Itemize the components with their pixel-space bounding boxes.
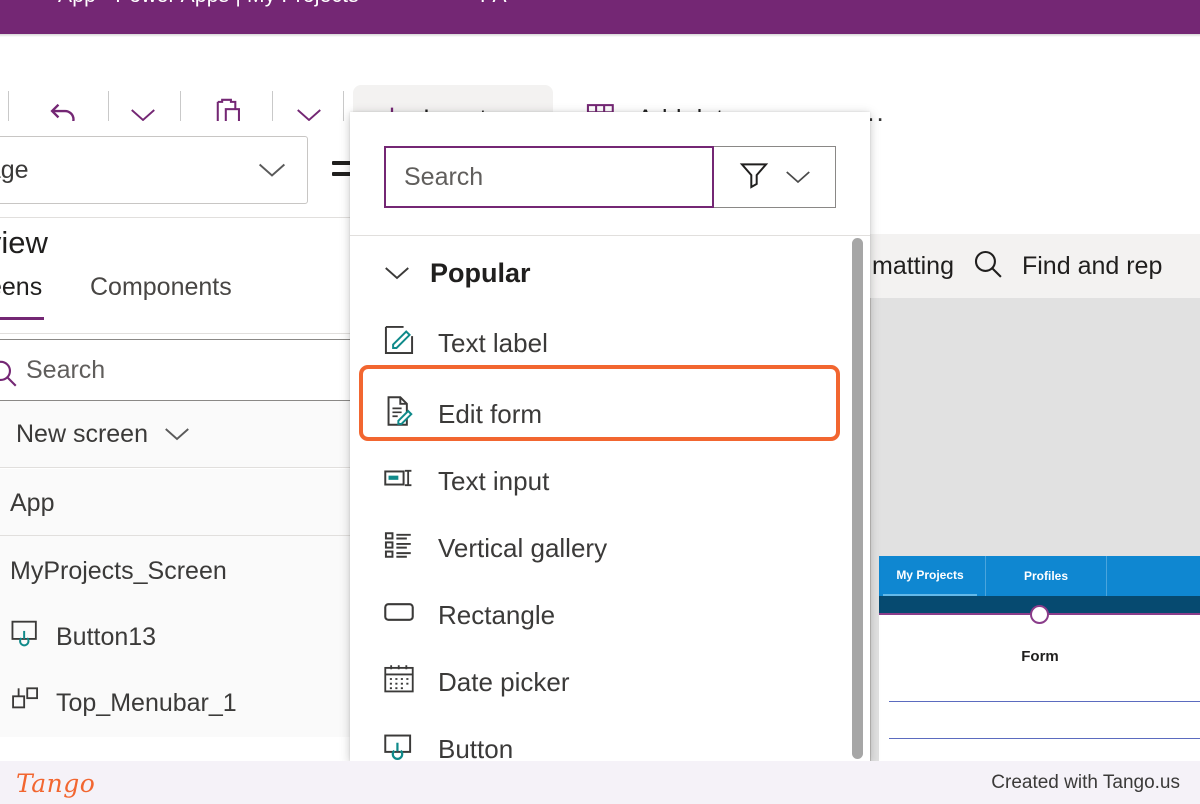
flyout-search-row: Search: [384, 146, 836, 208]
flyout-item-vertical-gallery[interactable]: Vertical gallery: [358, 515, 854, 581]
flyout-item-label: Button: [438, 733, 514, 762]
tree-item-app[interactable]: App: [0, 469, 350, 537]
chevron-down-icon: [783, 167, 813, 187]
flyout-item-text-input[interactable]: Text input: [358, 448, 854, 514]
button-icon: [382, 729, 416, 762]
tree-item-myprojects-screen[interactable]: MyProjects_Screen: [0, 537, 350, 605]
flyout-item-label: Rectangle: [438, 599, 556, 630]
form-rule: [889, 738, 1200, 739]
text-input-icon: [382, 461, 416, 502]
tree-search-placeholder: Search: [26, 355, 106, 384]
tango-credit: Created with Tango.us: [991, 772, 1180, 793]
tab-active-underline: [0, 317, 44, 320]
preview-form-title: Form: [1021, 648, 1059, 665]
flyout-item-text-label[interactable]: Text label: [358, 310, 854, 376]
text-label-icon: [382, 323, 416, 364]
pane-divider: [0, 333, 350, 334]
flyout-item-label: Text label: [438, 327, 548, 358]
flyout-item-edit-form[interactable]: Edit form: [358, 381, 854, 447]
right-pane: matting Find and rep My Projects Profile…: [868, 121, 1200, 761]
command-bar: Insert Add data ...: [0, 37, 1200, 153]
insert-flyout-panel: Search Popular Text label Edit form Text…: [350, 112, 870, 761]
flyout-item-date-picker[interactable]: Date picker: [358, 649, 854, 715]
app-preview: My Projects Profiles Form: [879, 556, 1200, 761]
flyout-item-label: Text input: [438, 465, 550, 496]
chevron-down-icon: [162, 424, 192, 444]
pane-divider: [0, 535, 350, 536]
tree-item-label: Top_Menubar_1: [56, 688, 237, 717]
search-icon: [970, 246, 1006, 287]
new-screen-button[interactable]: New screen: [0, 401, 350, 467]
tango-logo: Tango: [16, 769, 96, 798]
formatting-label: matting: [872, 251, 954, 280]
flyout-item-label: Date picker: [438, 666, 570, 697]
tree-item-label: MyProjects_Screen: [10, 556, 227, 585]
app-title-text: App · Power Apps | My Projects: [58, 0, 359, 8]
search-icon: [0, 356, 20, 395]
date-picker-icon: [382, 662, 416, 703]
flyout-search-input[interactable]: Search: [384, 146, 714, 208]
app-title-right-text: PA: [480, 0, 506, 8]
left-pane: guage e view eens Components: [0, 121, 362, 761]
flyout-item-button[interactable]: Button: [358, 716, 854, 761]
tree-item-label: App: [10, 488, 55, 517]
flyout-item-rectangle[interactable]: Rectangle: [358, 582, 854, 648]
preview-tabbar: My Projects Profiles: [879, 556, 1200, 596]
preview-tab-profiles[interactable]: Profiles: [985, 556, 1107, 596]
flyout-scrollbar-track[interactable]: [848, 236, 866, 761]
tab-components[interactable]: Components: [90, 273, 232, 302]
tab-screens[interactable]: eens: [0, 273, 42, 302]
tango-footer: Tango Created with Tango.us: [0, 761, 1200, 804]
vertical-gallery-icon: [382, 528, 416, 569]
screenshot-root: App · Power Apps | My Projects PA: [0, 0, 1200, 804]
button-icon: [10, 618, 42, 657]
flyout-divider: [350, 235, 870, 236]
tree-item-label: Button13: [56, 622, 157, 651]
tree-search-box[interactable]: Search: [0, 339, 350, 401]
filter-icon: [737, 158, 771, 197]
form-rule: [889, 701, 1200, 702]
language-dropdown-value: guage: [0, 155, 29, 184]
tree-item-button13[interactable]: Button13: [0, 603, 350, 671]
tree-view-title: e view: [0, 225, 48, 260]
rectangle-icon: [382, 595, 416, 636]
chevron-down-icon: [382, 263, 412, 283]
flyout-group-popular[interactable]: Popular: [350, 245, 870, 301]
language-dropdown[interactable]: guage: [0, 136, 308, 204]
flyout-group-label: Popular: [430, 257, 531, 288]
tree-view-tabs: eens Components: [0, 273, 350, 331]
edit-form-icon: [382, 394, 416, 435]
find-and-replace-label[interactable]: Find and rep: [1022, 252, 1162, 281]
tree-item-top-menubar-1[interactable]: Top_Menubar_1: [0, 669, 350, 737]
new-screen-label: New screen: [16, 419, 148, 448]
flyout-item-label: Edit form: [438, 398, 543, 429]
selection-handle[interactable]: [1030, 605, 1049, 624]
app-title-bar: App · Power Apps | My Projects PA: [0, 0, 1200, 34]
pane-divider: [0, 467, 350, 468]
pane-divider: [0, 217, 350, 218]
formatting-toolbar: matting Find and rep: [868, 234, 1200, 298]
language-row: guage: [0, 121, 362, 217]
flyout-filter-button[interactable]: [714, 146, 836, 208]
preview-tab-my-projects[interactable]: My Projects: [883, 556, 977, 596]
component-icon: [10, 684, 42, 723]
app-canvas[interactable]: My Projects Profiles Form: [870, 298, 1200, 761]
chevron-down-icon: [255, 159, 289, 181]
flyout-item-label: Vertical gallery: [438, 532, 608, 563]
flyout-scrollbar-thumb[interactable]: [852, 238, 863, 759]
